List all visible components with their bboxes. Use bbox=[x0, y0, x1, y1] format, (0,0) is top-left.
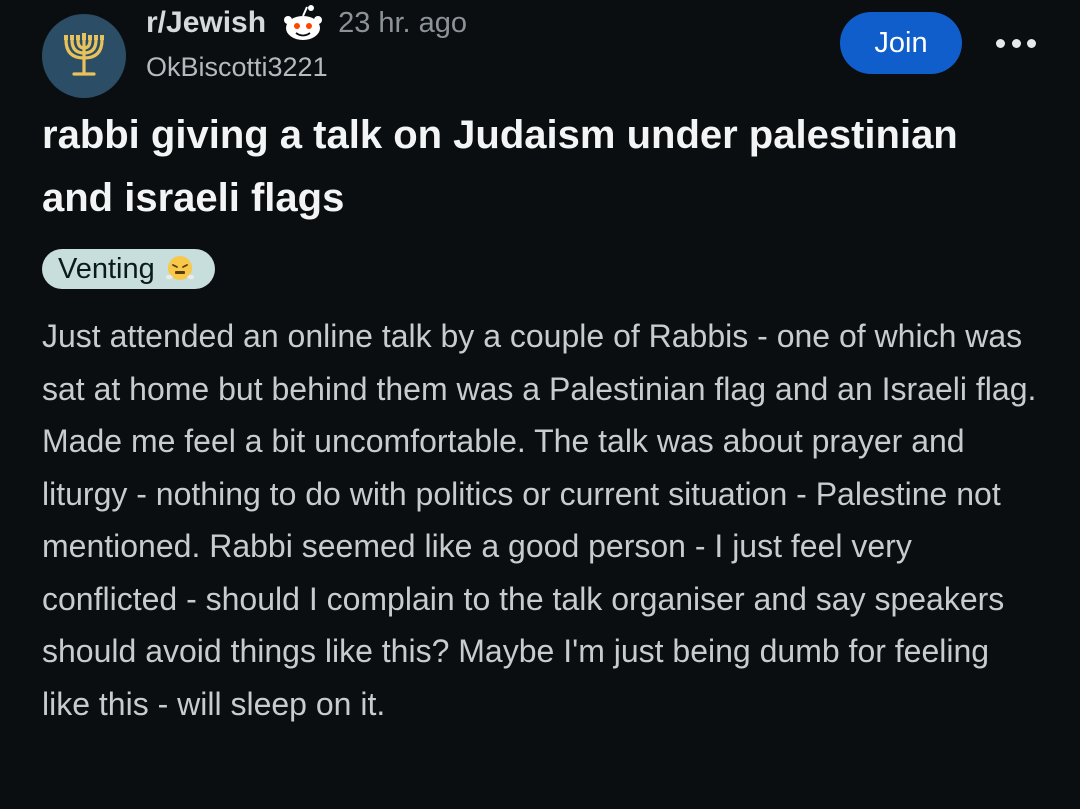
more-options-button[interactable] bbox=[996, 28, 1036, 58]
more-options-icon-dot bbox=[1027, 38, 1036, 48]
more-options-icon bbox=[996, 38, 1005, 48]
more-options-icon-dot bbox=[1011, 38, 1021, 48]
post-flair[interactable]: Venting bbox=[42, 249, 215, 289]
post-body[interactable]: Just attended an online talk by a couple… bbox=[42, 310, 1042, 730]
flair-label: Venting bbox=[58, 252, 155, 285]
snoo-icon bbox=[284, 5, 323, 40]
subreddit-name[interactable]: r/Jewish bbox=[146, 6, 266, 40]
join-button[interactable]: Join bbox=[840, 12, 962, 74]
face-with-steam-from-nose-icon bbox=[165, 256, 194, 280]
author-name[interactable]: OkBiscotti3221 bbox=[146, 52, 328, 83]
post-meta: r/Jewish 23 hr. ago bbox=[146, 5, 468, 40]
subreddit-avatar[interactable] bbox=[42, 14, 126, 98]
post-time: 23 hr. ago bbox=[338, 6, 468, 39]
menorah-icon bbox=[64, 33, 104, 76]
post-title[interactable]: rabbi giving a talk on Judaism under pal… bbox=[42, 104, 1002, 230]
